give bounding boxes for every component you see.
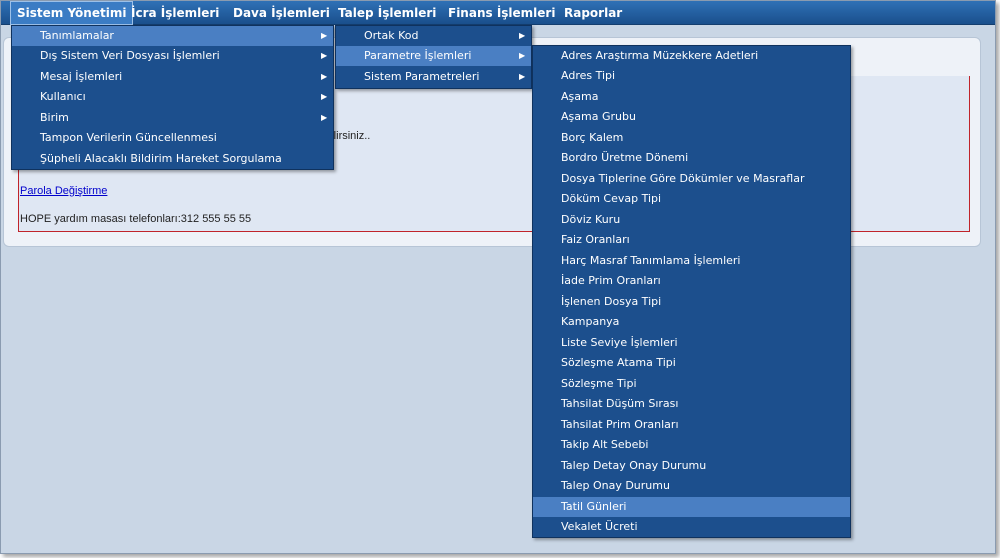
dropdown-parametre-islemleri: Adres Araştırma Müzekkere Adetleri Adres…: [532, 45, 851, 538]
menu-item-label: İşlenen Dosya Tipi: [561, 295, 662, 308]
menu-item-label: Tahsilat Prim Oranları: [561, 418, 679, 431]
menu-item-label: Parametre İşlemleri: [364, 49, 472, 62]
app-window: abilirsiniz.. Parola Değiştirme HOPE yar…: [0, 0, 996, 554]
menu-item-label: Borç Kalem: [561, 131, 624, 144]
menu-item-dokum-cevap-tipi[interactable]: Döküm Cevap Tipi: [533, 189, 850, 209]
menu-item-takip-alt-sebebi[interactable]: Takip Alt Sebebi: [533, 435, 850, 455]
menu-item-mesaj[interactable]: Mesaj İşlemleri ▶: [12, 67, 333, 87]
menu-item-sozlesme-tipi[interactable]: Sözleşme Tipi: [533, 374, 850, 394]
menu-item-label: Sözleşme Tipi: [561, 377, 637, 390]
menu-item-bordro-uretme[interactable]: Bordro Üretme Dönemi: [533, 148, 850, 168]
menu-item-vekalet-ucreti[interactable]: Vekalet Ücreti: [533, 517, 850, 537]
menu-dava-islemleri[interactable]: Dava İşlemleri: [227, 1, 336, 25]
menu-item-label: Talep Detay Onay Durumu: [561, 459, 707, 472]
menu-item-label: Şüpheli Alacaklı Bildirim Hareket Sorgul…: [40, 152, 282, 165]
menu-item-talep-onay[interactable]: Talep Onay Durumu: [533, 476, 850, 496]
menu-item-label: Harç Masraf Tanımlama İşlemleri: [561, 254, 741, 267]
menu-talep-islemleri[interactable]: Talep İşlemleri: [332, 1, 442, 25]
menu-item-label: Sistem Parametreleri: [364, 70, 480, 83]
menu-item-label: Liste Seviye İşlemleri: [561, 336, 678, 349]
menu-item-faiz-oranlari[interactable]: Faiz Oranları: [533, 230, 850, 250]
helpdesk-text: HOPE yardım masası telefonları:312 555 5…: [20, 213, 252, 225]
main-menubar: Sistem Yönetimi İcra İşlemleri Dava İşle…: [1, 1, 995, 25]
menu-item-label: Takip Alt Sebebi: [561, 438, 649, 451]
menu-item-label: Vekalet Ücreti: [561, 520, 638, 533]
chevron-right-icon: ▶: [321, 113, 328, 122]
menu-item-label: Dış Sistem Veri Dosyası İşlemleri: [40, 49, 220, 62]
menu-item-label: Birim: [40, 111, 69, 124]
menu-item-birim[interactable]: Birim ▶: [12, 108, 333, 128]
menu-item-label: Kampanya: [561, 315, 620, 328]
menu-item-adres-arastirma[interactable]: Adres Araştırma Müzekkere Adetleri: [533, 46, 850, 66]
menu-item-liste-seviye[interactable]: Liste Seviye İşlemleri: [533, 333, 850, 353]
dropdown-tanimlamalar: Ortak Kod ▶ Parametre İşlemleri ▶ Sistem…: [335, 25, 532, 89]
menu-icra-islemleri[interactable]: İcra İşlemleri: [125, 1, 225, 25]
menu-item-asama-grubu[interactable]: Aşama Grubu: [533, 107, 850, 127]
menu-item-label: Kullanıcı: [40, 90, 86, 103]
menu-item-asama[interactable]: Aşama: [533, 87, 850, 107]
chevron-right-icon: ▶: [519, 51, 526, 60]
menu-item-label: Tatil Günleri: [561, 500, 627, 513]
chevron-right-icon: ▶: [321, 92, 328, 101]
menu-item-label: Döküm Cevap Tipi: [561, 192, 662, 205]
menu-item-iade-prim[interactable]: İade Prim Oranları: [533, 271, 850, 291]
menu-item-label: Adres Tipi: [561, 69, 616, 82]
menu-item-label: Tampon Verilerin Güncellenmesi: [40, 131, 217, 144]
menu-item-supheli-alacakli[interactable]: Şüpheli Alacaklı Bildirim Hareket Sorgul…: [12, 149, 333, 169]
menu-item-adres-tipi[interactable]: Adres Tipi: [533, 66, 850, 86]
menu-item-dosya-tipleri[interactable]: Dosya Tiplerine Göre Dökümler ve Masrafl…: [533, 169, 850, 189]
menu-item-kampanya[interactable]: Kampanya: [533, 312, 850, 332]
menu-finans-islemleri[interactable]: Finans İşlemleri: [442, 1, 561, 25]
menu-item-islenen-dosya[interactable]: İşlenen Dosya Tipi: [533, 292, 850, 312]
menu-item-label: Dosya Tiplerine Göre Dökümler ve Masrafl…: [561, 172, 805, 185]
menu-item-label: Aşama Grubu: [561, 110, 636, 123]
menu-item-kullanici[interactable]: Kullanıcı ▶: [12, 87, 333, 107]
menu-item-tampon[interactable]: Tampon Verilerin Güncellenmesi: [12, 128, 333, 148]
chevron-right-icon: ▶: [519, 72, 526, 81]
menu-item-tanimlamalar[interactable]: Tanımlamalar ▶: [12, 26, 333, 46]
menu-item-label: Adres Araştırma Müzekkere Adetleri: [561, 49, 759, 62]
menu-item-talep-detay-onay[interactable]: Talep Detay Onay Durumu: [533, 456, 850, 476]
menu-item-label: Tanımlamalar: [40, 29, 114, 42]
chevron-right-icon: ▶: [321, 51, 328, 60]
password-change-link[interactable]: Parola Değiştirme: [20, 185, 107, 197]
menu-item-label: Tahsilat Düşüm Sırası: [561, 397, 679, 410]
menu-item-doviz-kuru[interactable]: Döviz Kuru: [533, 210, 850, 230]
menu-item-label: Mesaj İşlemleri: [40, 70, 123, 83]
menu-item-tahsilat-prim[interactable]: Tahsilat Prim Oranları: [533, 415, 850, 435]
menu-item-sozlesme-atama[interactable]: Sözleşme Atama Tipi: [533, 353, 850, 373]
menu-raporlar[interactable]: Raporlar: [558, 1, 628, 25]
menu-item-dis-sistem[interactable]: Dış Sistem Veri Dosyası İşlemleri ▶: [12, 46, 333, 66]
dropdown-sistem-yonetimi: Tanımlamalar ▶ Dış Sistem Veri Dosyası İ…: [11, 25, 334, 170]
chevron-right-icon: ▶: [321, 31, 328, 40]
menu-item-label: İade Prim Oranları: [561, 274, 661, 287]
menu-item-sistem-parametreleri[interactable]: Sistem Parametreleri ▶: [336, 67, 531, 87]
menu-item-label: Ortak Kod: [364, 29, 419, 42]
menu-item-label: Aşama: [561, 90, 599, 103]
menu-item-label: Döviz Kuru: [561, 213, 621, 226]
menu-item-borc-kalem[interactable]: Borç Kalem: [533, 128, 850, 148]
chevron-right-icon: ▶: [321, 72, 328, 81]
menu-item-label: Bordro Üretme Dönemi: [561, 151, 689, 164]
menu-item-parametre-islemleri[interactable]: Parametre İşlemleri ▶: [336, 46, 531, 66]
chevron-right-icon: ▶: [519, 31, 526, 40]
menu-sistem-yonetimi[interactable]: Sistem Yönetimi: [10, 1, 134, 25]
menu-item-harc-masraf[interactable]: Harç Masraf Tanımlama İşlemleri: [533, 251, 850, 271]
menu-item-ortak-kod[interactable]: Ortak Kod ▶: [336, 26, 531, 46]
menu-item-tahsilat-dusum[interactable]: Tahsilat Düşüm Sırası: [533, 394, 850, 414]
menu-item-label: Sözleşme Atama Tipi: [561, 356, 676, 369]
menu-item-label: Talep Onay Durumu: [561, 479, 670, 492]
menu-item-label: Faiz Oranları: [561, 233, 630, 246]
menu-item-tatil-gunleri[interactable]: Tatil Günleri: [533, 497, 850, 517]
